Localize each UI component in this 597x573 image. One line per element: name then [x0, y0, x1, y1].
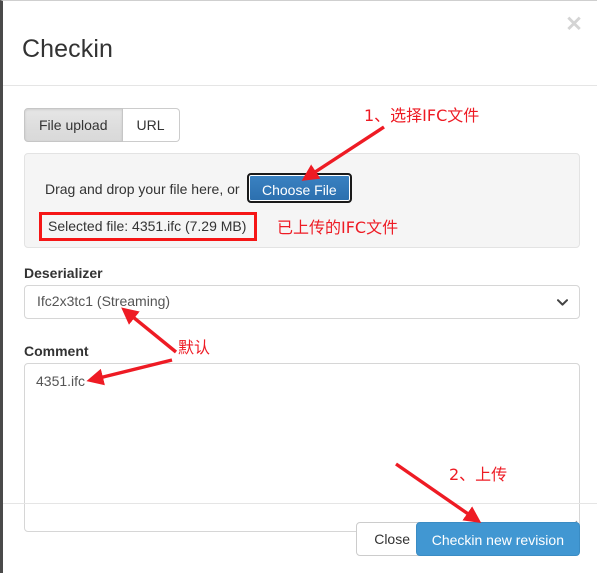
- tab-url[interactable]: URL: [122, 108, 180, 142]
- comment-input-value: 4351.ifc: [36, 373, 86, 389]
- checkin-dialog: Checkin ✕ File upload URL Drag and drop …: [0, 0, 597, 573]
- annotation-default: 默认: [178, 338, 211, 357]
- comment-label: Comment: [24, 343, 89, 359]
- checkin-new-revision-button[interactable]: Checkin new revision: [415, 522, 580, 556]
- dialog-header: Checkin ✕: [3, 1, 597, 86]
- deserializer-label: Deserializer: [24, 265, 103, 281]
- annotation-step-2: 2、上传: [449, 465, 508, 484]
- annotation-step-1: 1、选择IFC文件: [364, 106, 480, 125]
- dialog-body: File upload URL Drag and drop your file …: [3, 87, 597, 532]
- selected-file-label: Selected file: 4351.ifc (7.29 MB): [48, 218, 247, 234]
- page-title: Checkin: [22, 35, 114, 63]
- tab-file-upload[interactable]: File upload: [24, 108, 123, 142]
- source-tab-group: File upload URL: [24, 108, 180, 142]
- dialog-footer: Close Checkin new revision: [3, 503, 597, 573]
- chevron-down-icon: [557, 299, 568, 306]
- close-icon[interactable]: ✕: [562, 13, 586, 37]
- annotation-uploaded-file: 已上传的IFC文件: [277, 218, 399, 237]
- selected-file-highlight: Selected file: 4351.ifc (7.29 MB): [39, 212, 258, 241]
- deserializer-selected-value: Ifc2x3tc1 (Streaming): [37, 293, 171, 309]
- choose-file-button[interactable]: Choose File: [247, 173, 352, 203]
- dropzone-prompt: Drag and drop your file here, or: [45, 181, 240, 197]
- deserializer-select[interactable]: Ifc2x3tc1 (Streaming): [24, 285, 580, 319]
